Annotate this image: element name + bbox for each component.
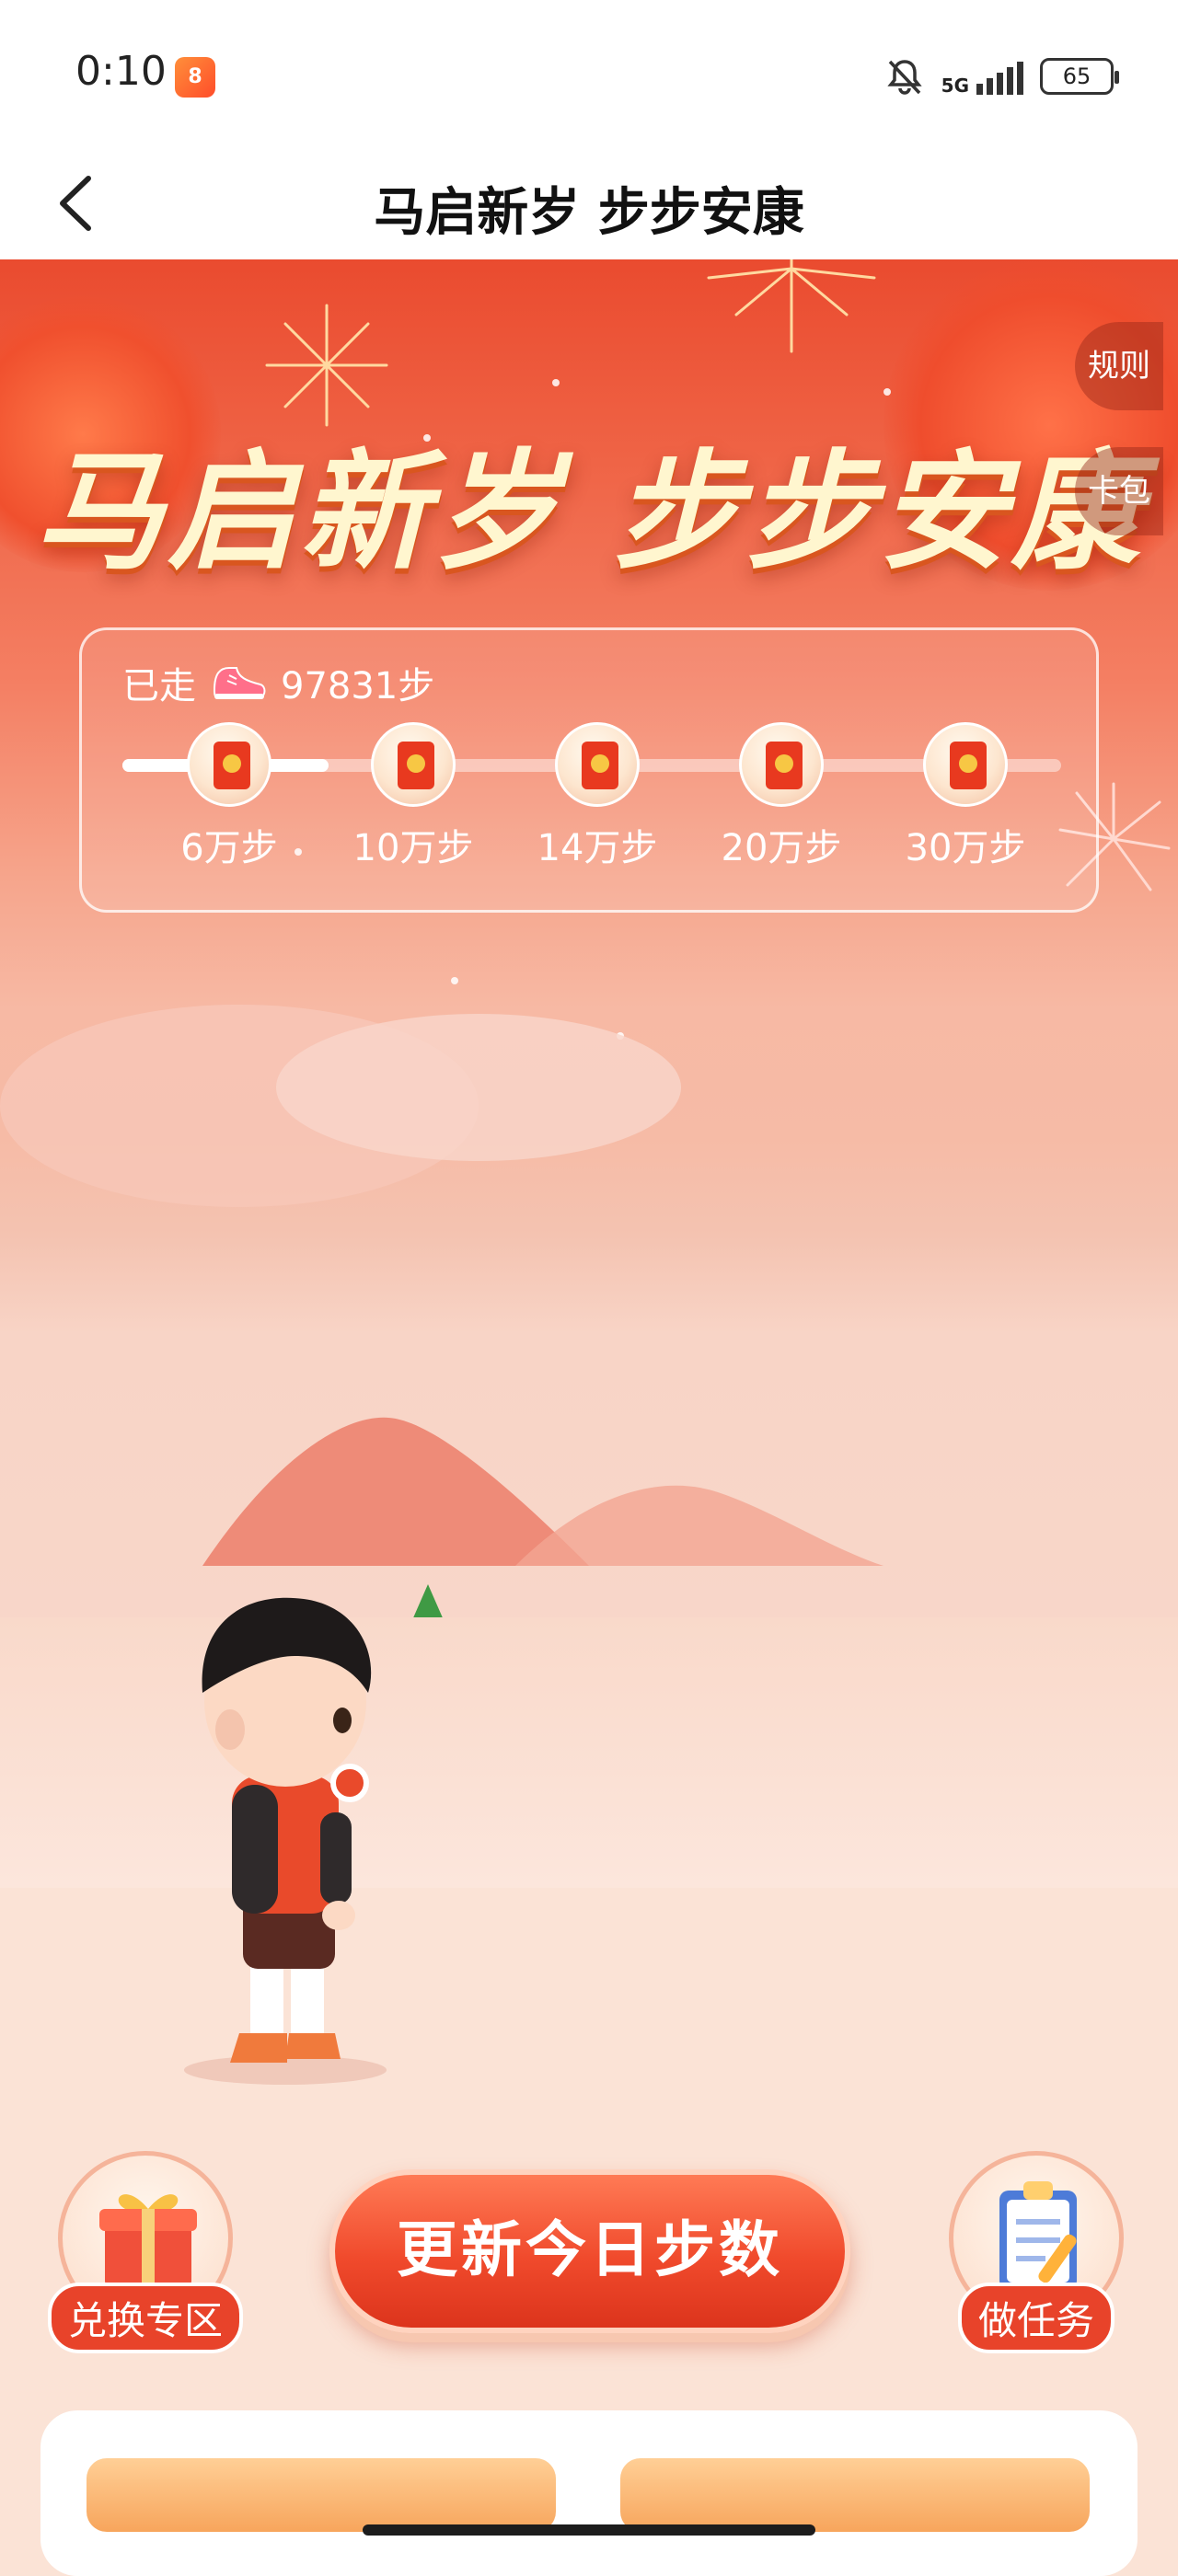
panel-tab-left[interactable] bbox=[87, 2458, 556, 2532]
status-time: 0:10 bbox=[75, 48, 167, 95]
exchange-zone-label: 兑换专区 bbox=[47, 2283, 244, 2353]
network-type: 5G bbox=[941, 75, 969, 97]
card-wallet-button[interactable]: 卡包 bbox=[1075, 447, 1163, 535]
milestone-5[interactable]: 30万步 bbox=[906, 722, 1025, 871]
steps-count: 97831步 bbox=[281, 665, 435, 707]
battery-icon: 65 bbox=[1040, 58, 1119, 95]
app-notification-icon: 8 bbox=[175, 57, 215, 98]
milestone-label: 14万步 bbox=[537, 827, 658, 869]
hero-title: 马启新岁 步步安康 bbox=[34, 438, 1144, 588]
milestone-2[interactable]: 10万步 bbox=[353, 722, 473, 871]
step-progress-card: 已走 97831步 6万步 10万步 14万步 20万步 30万步 bbox=[79, 627, 1099, 913]
red-envelope-icon bbox=[923, 722, 1008, 807]
milestone-label: 20万步 bbox=[721, 827, 842, 869]
signal-icon: 5G bbox=[941, 58, 1023, 95]
firework-decoration-2 bbox=[707, 259, 876, 353]
mute-bell-icon bbox=[887, 60, 922, 95]
red-envelope-icon bbox=[739, 722, 824, 807]
update-steps-button[interactable]: 更新今日步数 bbox=[329, 2169, 850, 2333]
milestone-3[interactable]: 14万步 bbox=[537, 722, 657, 871]
exchange-zone-button[interactable]: 兑换专区 bbox=[47, 2151, 244, 2353]
milestone-label: 10万步 bbox=[352, 827, 474, 869]
status-bar: 0:10 8 5G 65 bbox=[0, 0, 1178, 147]
sneaker-icon bbox=[213, 667, 266, 699]
rules-button[interactable]: 规则 bbox=[1075, 322, 1163, 410]
panel-tab-right[interactable] bbox=[620, 2458, 1090, 2532]
walked-label: 已走 bbox=[122, 665, 196, 707]
red-envelope-icon bbox=[187, 722, 271, 807]
milestone-1[interactable]: 6万步 bbox=[180, 722, 278, 871]
red-envelope-icon bbox=[371, 722, 456, 807]
nav-bar: 马启新岁 步步安康 bbox=[0, 147, 1178, 259]
do-task-button[interactable]: 做任务 bbox=[939, 2151, 1134, 2353]
milestone-label: 6万步 bbox=[180, 827, 278, 869]
character-avatar[interactable] bbox=[166, 1555, 405, 2088]
home-indicator[interactable] bbox=[363, 2524, 815, 2536]
do-task-label: 做任务 bbox=[957, 2283, 1115, 2353]
milestone-4[interactable]: 20万步 bbox=[722, 722, 841, 871]
gift-box-icon bbox=[99, 2194, 197, 2288]
clipboard-icon bbox=[999, 2181, 1077, 2290]
bottom-panel bbox=[40, 2410, 1138, 2576]
milestone-label: 30万步 bbox=[905, 827, 1026, 869]
red-envelope-icon bbox=[555, 722, 640, 807]
walked-summary: 已走 97831步 bbox=[122, 656, 434, 709]
page-title: 马启新岁 步步安康 bbox=[374, 183, 804, 243]
